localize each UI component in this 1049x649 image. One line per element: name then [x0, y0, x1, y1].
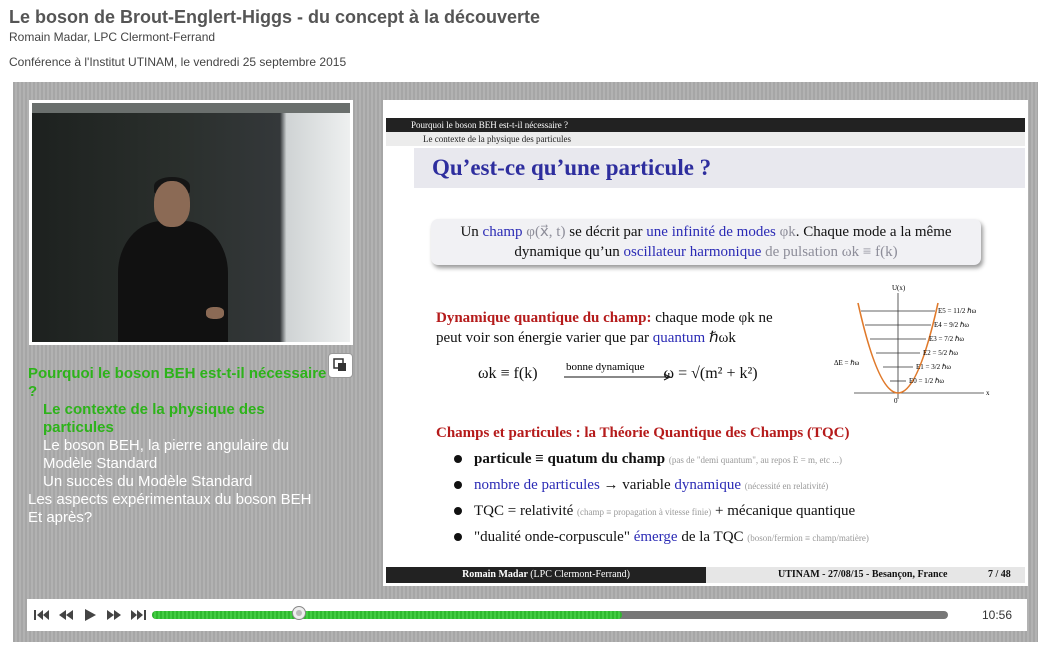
skip-end-icon[interactable]: [129, 607, 147, 623]
table-of-contents: Pourquoi le boson BEH est-t-il nécessair…: [28, 365, 328, 527]
author-line: Romain Madar, LPC Clermont-Ferrand: [9, 30, 216, 44]
svg-text:U(x): U(x): [892, 284, 906, 292]
toc-item-0[interactable]: Pourquoi le boson BEH est-t-il nécessair…: [28, 365, 328, 401]
svg-text:E5 = 11/2 ℏω: E5 = 11/2 ℏω: [938, 307, 977, 315]
page-title: Le boson de Brout-Englert-Higgs - du con…: [9, 7, 541, 27]
slide-subsection: Le contexte de la physique des particule…: [386, 132, 1025, 146]
slide-bullet-list: particule ≡ quatum du champ (pas de "dem…: [454, 449, 1014, 553]
toc-item-5[interactable]: Et après?: [28, 509, 328, 527]
speaker-video-frame: [32, 103, 350, 342]
svg-text:E1 = 3/2 ℏω: E1 = 3/2 ℏω: [916, 363, 951, 371]
slide-title: Qu’est-ce qu’une particule ?: [432, 155, 712, 180]
buffered-progress: [152, 611, 622, 619]
time-display: 10:56: [982, 608, 1013, 622]
media-player: Pourquoi le boson BEH est-t-il nécessair…: [13, 82, 1038, 642]
player-controls: 10:56: [27, 599, 1027, 631]
slide-section: Pourquoi le boson BEH est-t-il nécessair…: [386, 118, 1025, 132]
conference-line: Conférence à l'Institut UTINAM, le vendr…: [9, 55, 347, 69]
svg-text:E4 = 9/2 ℏω: E4 = 9/2 ℏω: [934, 321, 969, 329]
speaker-figure: [118, 221, 228, 342]
svg-text:0: 0: [894, 397, 898, 405]
swap-view-icon: [333, 358, 346, 371]
slide-bullet-3: TQC = relativité (champ ≡ propagation à …: [454, 501, 1014, 527]
svg-text:ΔE = ℏω: ΔE = ℏω: [834, 359, 860, 367]
speaker-video[interactable]: [29, 100, 353, 345]
equation-arrow: [564, 373, 672, 381]
svg-text:E2 = 5/2 ℏω: E2 = 5/2 ℏω: [923, 349, 958, 357]
slide-bullet-4: "dualité onde-corpuscule" émerge de la T…: [454, 527, 1014, 553]
slide-footer: Romain Madar (LPC Clermont-Ferrand) UTIN…: [386, 567, 1025, 583]
fast-forward-icon[interactable]: [105, 607, 123, 623]
rewind-icon[interactable]: [57, 607, 75, 623]
svg-text:x: x: [986, 389, 990, 397]
skip-start-icon[interactable]: [33, 607, 51, 623]
harmonic-oscillator-diagram: U(x) x 0 ΔE = ℏω E5 = 11/2 ℏω E4 = 9/2 ℏ…: [834, 284, 990, 405]
svg-text:E0 = 1/2 ℏω: E0 = 1/2 ℏω: [909, 377, 944, 385]
equation-arrow-label: bonne dynamique: [566, 361, 645, 373]
slide-dynamics-text: Dynamique quantique du champ: chaque mod…: [436, 310, 773, 346]
toc-item-1[interactable]: Le contexte de la physique des particule…: [28, 401, 328, 437]
toc-item-3[interactable]: Un succès du Modèle Standard: [28, 473, 328, 491]
swap-view-button[interactable]: [328, 353, 353, 378]
toc-item-4[interactable]: Les aspects expérimentaux du boson BEH: [28, 491, 328, 509]
slide-subheading: Champs et particules : la Théorie Quanti…: [436, 425, 850, 441]
slide-bullet-2: nombre de particules → variable dynamiqu…: [454, 475, 1014, 501]
seek-bar[interactable]: [152, 606, 948, 620]
slide-view[interactable]: Pourquoi le boson BEH est-t-il nécessair…: [383, 100, 1028, 586]
slide: Pourquoi le boson BEH est-t-il nécessair…: [386, 103, 1025, 583]
slide-bullet-1: particule ≡ quatum du champ (pas de "dem…: [454, 449, 1014, 475]
svg-text:E3 = 7/2 ℏω: E3 = 7/2 ℏω: [929, 335, 964, 343]
toc-item-2[interactable]: Le boson BEH, la pierre angulaire du Mod…: [28, 437, 328, 473]
play-icon[interactable]: [81, 607, 99, 623]
slide-definition-box: Un champ φ(x⃗, t) se décrit par une infi…: [431, 219, 981, 265]
